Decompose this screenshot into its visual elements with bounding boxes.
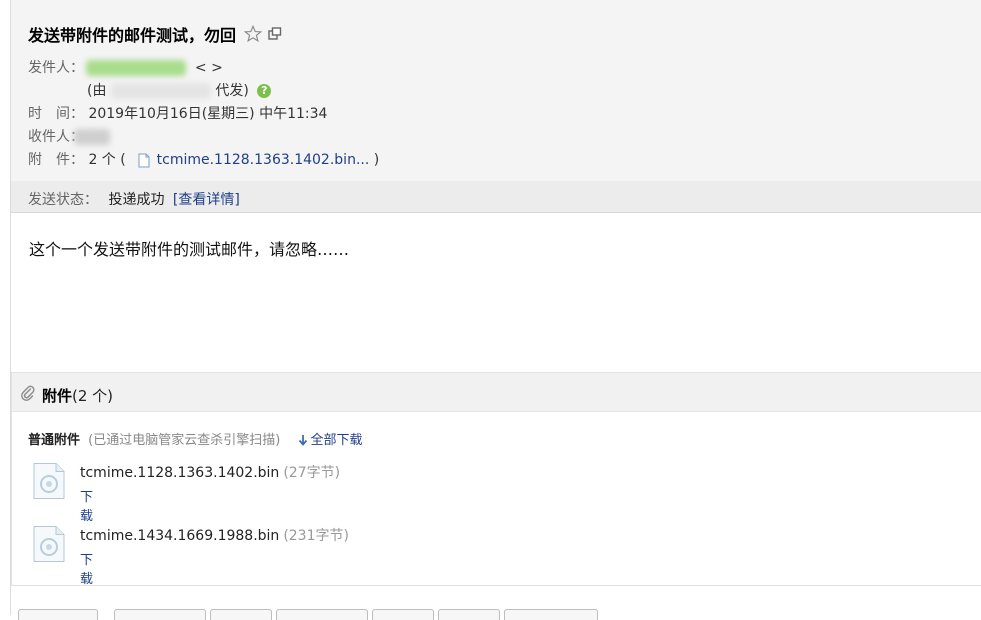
file-icon: [138, 153, 150, 167]
time-value: 2019年10月16日(星期三) 中午11:34: [88, 106, 328, 122]
mail-subject: 发送带附件的邮件测试，勿回: [28, 26, 237, 45]
attachment-count: 2 个: [88, 152, 116, 168]
mail-header: 发送带附件的邮件测试，勿回 发件人： < > (由 代发) ? 时 间： 201…: [11, 0, 981, 213]
time-row: 时 间： 2019年10月16日(星期三) 中午11:34: [28, 106, 327, 122]
to-row: 收件人：: [28, 129, 111, 145]
sent-by-row: (由 代发) ?: [87, 83, 272, 99]
open-paren: (: [120, 152, 126, 168]
help-icon[interactable]: ?: [257, 84, 272, 98]
attachments-title-text: 附件: [42, 387, 73, 405]
attachments-header: 附件(2 个): [12, 373, 981, 412]
attachment-name[interactable]: tcmime.1434.1669.1988.bin (231字节): [80, 525, 349, 545]
recipient-redacted: [74, 129, 111, 145]
attachments-section: 普通附件 (已通过电脑管家云查杀引擎扫描) 全部下载: [28, 429, 362, 448]
attachment-size: (231字节): [283, 528, 349, 544]
download-arrow-icon: [299, 435, 308, 446]
from-row: 发件人： < >: [28, 60, 223, 76]
sent-by-prefix: (由: [87, 83, 107, 99]
attachment-filename[interactable]: tcmime.1128.1363.1402.bin: [80, 465, 279, 481]
send-status-bar: 发送状态： 投递成功 [查看详情]: [11, 181, 981, 212]
download-all-button[interactable]: 全部下载: [298, 433, 362, 448]
download-all-label: 全部下载: [310, 433, 363, 448]
attachments-panel: 附件(2 个) 普通附件 (已通过电脑管家云查杀引擎扫描) 全部下载 tcmim…: [11, 372, 981, 587]
attachment-filename[interactable]: tcmime.1434.1669.1988.bin: [80, 528, 279, 544]
sent-by-suffix: 代发): [215, 83, 249, 99]
download-link[interactable]: 下载: [80, 486, 93, 524]
paperclip-icon: [21, 385, 35, 401]
attachments-title: 附件(2 个): [42, 385, 113, 406]
sender-name-redacted: [86, 60, 187, 76]
attachment-row: 附 件： 2 个 ( tcmime.1128.1363.1402.bin... …: [28, 152, 379, 168]
download-link[interactable]: 下载: [80, 549, 93, 587]
view-details-link[interactable]: [查看详情]: [173, 192, 240, 208]
subject-row: 发送带附件的邮件测试，勿回: [28, 22, 282, 46]
first-attachment-link[interactable]: tcmime.1128.1363.1402.bin...: [157, 152, 370, 168]
attachments-count: (2 个): [72, 387, 114, 405]
sent-by-redacted: [110, 83, 211, 99]
attachment-name[interactable]: tcmime.1128.1363.1402.bin (27字节): [80, 462, 340, 482]
section-label: 普通附件: [28, 433, 81, 448]
file-icon[interactable]: [32, 525, 66, 563]
attachment-label: 附 件：: [28, 152, 84, 168]
send-status-label: 发送状态：: [28, 192, 98, 208]
file-icon[interactable]: [32, 462, 66, 500]
attachment-size: (27字节): [283, 465, 341, 481]
close-paren: ): [373, 152, 380, 168]
star-icon[interactable]: [244, 25, 263, 43]
time-label: 时 间：: [28, 106, 84, 122]
from-label: 发件人：: [28, 60, 84, 76]
mail-body: 这个一个发送带附件的测试邮件，请忽略……: [29, 240, 350, 259]
send-status-value: 投递成功: [108, 192, 165, 208]
scan-note: (已通过电脑管家云查杀引擎扫描): [88, 433, 281, 448]
popout-icon[interactable]: [268, 27, 282, 41]
sender-address: < >: [194, 60, 223, 76]
